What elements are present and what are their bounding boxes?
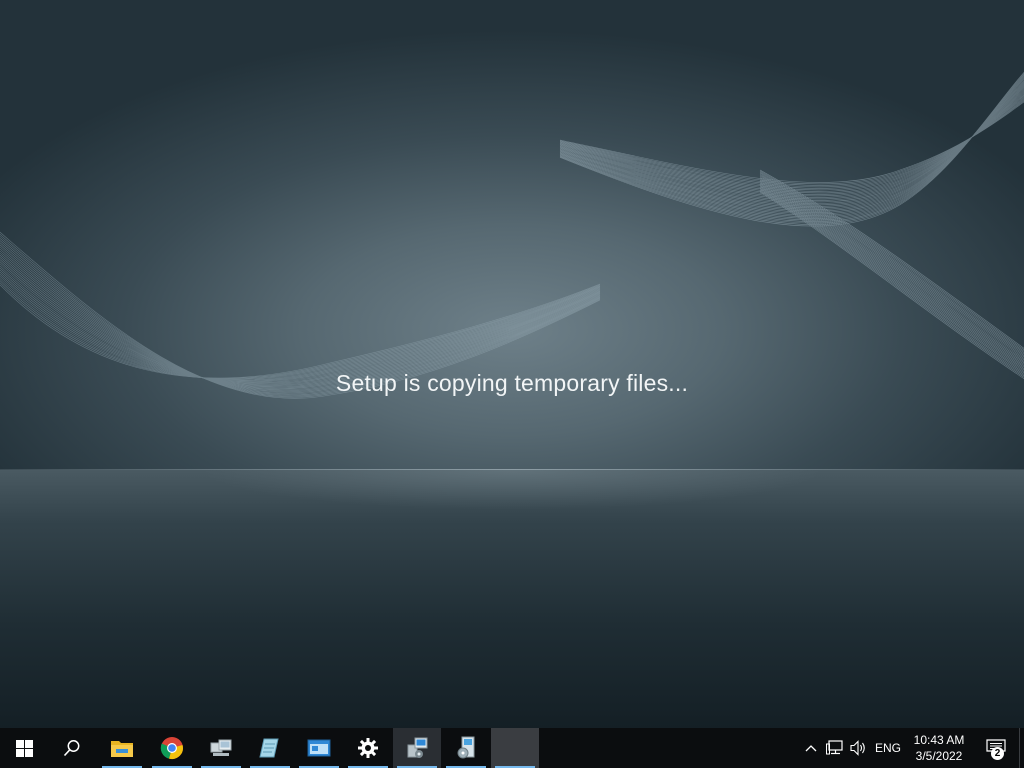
taskbar-network-connections[interactable] xyxy=(197,728,245,768)
folder-icon xyxy=(111,741,133,757)
notepad-icon xyxy=(259,738,279,758)
taskbar-settings[interactable] xyxy=(344,728,392,768)
taskbar-window-app[interactable] xyxy=(295,728,343,768)
horizon-line xyxy=(0,469,1024,470)
windows-start-icon xyxy=(15,739,33,757)
taskbar-file-explorer[interactable] xyxy=(98,728,146,768)
disc-setup-icon xyxy=(457,736,475,759)
volume-tray-button[interactable] xyxy=(848,728,870,768)
search-icon xyxy=(63,740,80,757)
installer-icon xyxy=(407,737,428,758)
computers-icon xyxy=(210,739,232,756)
action-center-button[interactable]: 2 xyxy=(976,728,1016,768)
chrome-icon xyxy=(160,737,183,759)
taskbar-disc-setup[interactable] xyxy=(442,728,490,768)
start-button[interactable] xyxy=(0,728,48,768)
clock-button[interactable]: 10:43 AM 3/5/2022 xyxy=(906,732,972,764)
window-app-icon xyxy=(307,739,331,757)
gear-icon xyxy=(358,738,378,758)
taskbar-notepad[interactable] xyxy=(246,728,294,768)
setup-background: Setup is copying temporary files... xyxy=(0,0,1024,728)
show-desktop-button[interactable] xyxy=(1019,728,1024,768)
volume-icon xyxy=(850,740,865,756)
notification-count-badge: 2 xyxy=(991,747,1004,760)
input-language-button[interactable]: ENG xyxy=(872,728,904,768)
show-hidden-icons-button[interactable] xyxy=(800,728,822,768)
network-tray-button[interactable] xyxy=(824,728,846,768)
floor-glow xyxy=(200,470,824,510)
search-button[interactable] xyxy=(48,728,96,768)
setup-status-message: Setup is copying temporary files... xyxy=(335,370,689,396)
taskbar-setup-installer[interactable] xyxy=(393,728,441,768)
clock-date: 3/5/2022 xyxy=(915,749,963,763)
chevron-up-icon xyxy=(805,745,817,752)
network-icon xyxy=(826,740,843,755)
taskbar: ENG 10:43 AM 3/5/2022 2 xyxy=(0,728,1024,768)
clock-time: 10:43 AM xyxy=(913,733,965,747)
taskbar-blank-window[interactable] xyxy=(491,728,539,768)
taskbar-google-chrome[interactable] xyxy=(148,728,196,768)
wave-lines-decoration xyxy=(0,71,1024,399)
